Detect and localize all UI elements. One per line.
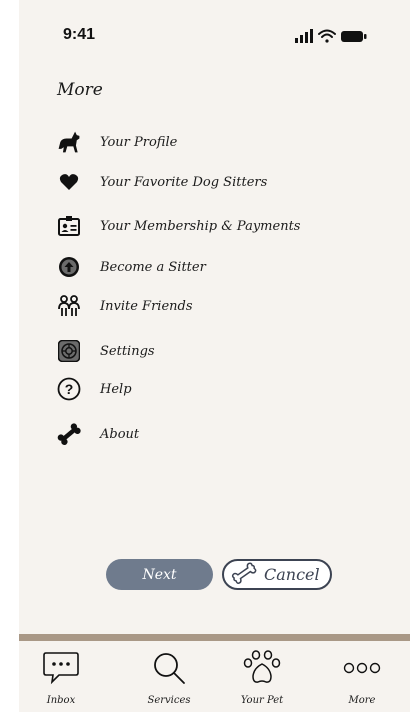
tab-bar: Inbox Services Your Pet More bbox=[19, 641, 410, 712]
people-icon bbox=[56, 293, 82, 319]
dog-icon bbox=[56, 129, 82, 155]
menu-item-settings[interactable]: Settings bbox=[56, 336, 356, 366]
menu-item-become-sitter[interactable]: Become a Sitter bbox=[56, 252, 356, 282]
tab-your-pet[interactable]: Your Pet bbox=[222, 641, 302, 712]
signal-icon bbox=[295, 29, 313, 43]
bone-icon bbox=[56, 421, 82, 447]
heart-icon bbox=[56, 169, 82, 195]
menu-item-label: About bbox=[100, 426, 140, 442]
menu-item-your-profile[interactable]: Your Profile bbox=[56, 127, 356, 157]
menu-item-help[interactable]: ? Help bbox=[56, 374, 356, 404]
help-icon: ? bbox=[56, 376, 82, 402]
menu-item-about[interactable]: About bbox=[56, 419, 356, 449]
status-bar: 9:41 bbox=[19, 0, 410, 60]
id-badge-icon bbox=[56, 213, 82, 239]
menu-item-label: Your Favorite Dog Sitters bbox=[100, 174, 268, 190]
tab-more[interactable]: More bbox=[322, 641, 402, 712]
cancel-button[interactable]: Cancel bbox=[222, 559, 332, 590]
app-screen: 9:41 More Your Profile Your Favorite Dog… bbox=[19, 0, 410, 712]
cancel-label: Cancel bbox=[264, 565, 320, 584]
menu-item-label: Help bbox=[100, 381, 132, 397]
tab-inbox[interactable]: Inbox bbox=[21, 641, 101, 712]
battery-icon bbox=[341, 31, 367, 42]
chat-icon bbox=[43, 647, 79, 689]
more-icon bbox=[342, 647, 382, 689]
tab-label: Services bbox=[147, 695, 191, 706]
menu-item-label: Invite Friends bbox=[100, 298, 193, 314]
paw-icon bbox=[242, 647, 282, 689]
tab-label: Your Pet bbox=[240, 695, 284, 706]
settings-icon bbox=[56, 338, 82, 364]
bone-outline-icon bbox=[230, 561, 258, 588]
menu-item-label: Your Profile bbox=[100, 134, 178, 150]
tab-label: More bbox=[348, 695, 376, 706]
menu-item-label: Your Membership & Payments bbox=[100, 218, 301, 234]
menu-item-membership-payments[interactable]: Your Membership & Payments bbox=[56, 211, 356, 241]
page-title: More bbox=[57, 80, 103, 100]
next-button[interactable]: Next bbox=[106, 559, 213, 590]
tabbar-divider bbox=[19, 634, 410, 641]
menu-item-invite-friends[interactable]: Invite Friends bbox=[56, 291, 356, 321]
upload-circle-icon bbox=[56, 254, 82, 280]
tab-label: Inbox bbox=[46, 695, 76, 706]
wifi-icon bbox=[318, 29, 336, 43]
menu-item-label: Become a Sitter bbox=[100, 259, 206, 275]
menu-item-favorite-sitters[interactable]: Your Favorite Dog Sitters bbox=[56, 167, 356, 197]
menu-item-label: Settings bbox=[100, 343, 155, 359]
status-icons bbox=[295, 29, 367, 43]
tab-services[interactable]: Services bbox=[129, 641, 209, 712]
search-icon bbox=[152, 647, 186, 689]
svg-text:?: ? bbox=[65, 381, 74, 397]
status-time: 9:41 bbox=[63, 26, 96, 43]
